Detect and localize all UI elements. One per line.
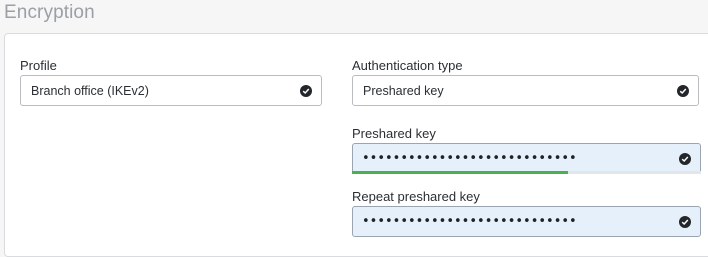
- repeat-psk-label: Repeat preshared key: [352, 189, 480, 204]
- psk-strength-fill: [352, 171, 569, 174]
- auth-type-select[interactable]: Preshared key: [352, 75, 699, 106]
- psk-value: ••••••••••••••••••••••••••••: [362, 151, 577, 166]
- auth-type-value: Preshared key: [363, 84, 444, 98]
- profile-select[interactable]: Branch office (IKEv2): [20, 75, 322, 106]
- psk-strength-meter: [352, 171, 701, 174]
- repeat-psk-value: ••••••••••••••••••••••••••••: [362, 214, 577, 229]
- profile-value: Branch office (IKEv2): [31, 84, 149, 98]
- psk-input[interactable]: ••••••••••••••••••••••••••••: [352, 143, 701, 174]
- section-title: Encryption: [4, 2, 95, 23]
- profile-label: Profile: [20, 58, 57, 73]
- encryption-panel: Profile Branch office (IKEv2) Authentica…: [4, 33, 708, 257]
- check-circle-icon: [679, 153, 691, 165]
- check-circle-icon: [300, 85, 312, 97]
- repeat-psk-input[interactable]: ••••••••••••••••••••••••••••: [352, 206, 701, 237]
- auth-type-label: Authentication type: [352, 58, 463, 73]
- check-circle-icon: [679, 216, 691, 228]
- psk-label: Preshared key: [352, 126, 436, 141]
- check-circle-icon: [677, 85, 689, 97]
